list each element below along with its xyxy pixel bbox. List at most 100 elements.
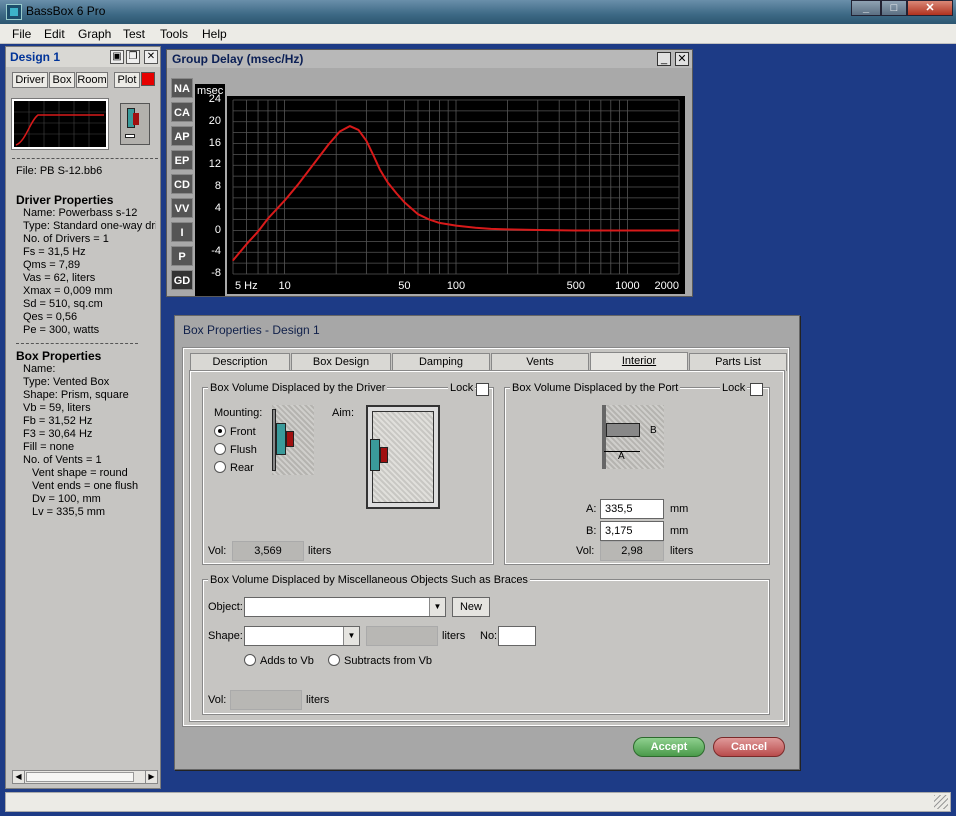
no-label: No: xyxy=(480,630,498,642)
graph-button-p[interactable]: P xyxy=(171,246,193,266)
resize-grip-icon[interactable] xyxy=(934,795,948,809)
response-thumbnail[interactable] xyxy=(12,99,108,149)
graph-button-ca[interactable]: CA xyxy=(171,102,193,122)
subtracts-from-vb-radio[interactable] xyxy=(328,654,340,666)
object-select[interactable]: ▼ xyxy=(244,597,446,617)
x-tick-label: 500 xyxy=(567,280,585,292)
menu-file[interactable]: File xyxy=(12,27,31,41)
tab-driver[interactable]: Driver xyxy=(12,72,48,88)
tab-plot[interactable]: Plot xyxy=(114,72,140,88)
chevron-down-icon[interactable]: ▼ xyxy=(429,598,445,616)
data-point xyxy=(395,192,398,195)
graph-button-gd[interactable]: GD xyxy=(171,270,193,290)
accept-button[interactable]: Accept xyxy=(633,737,705,757)
file-label: File: PB S-12.bb6 xyxy=(16,165,103,177)
tab-box[interactable]: Box xyxy=(49,72,75,88)
close-button[interactable]: ✕ xyxy=(907,0,953,16)
mounting-front-radio[interactable] xyxy=(214,425,226,437)
scroll-left-icon[interactable]: ◀ xyxy=(13,771,25,783)
design-panel-header: Design 1 ▣ ❐ ✕ xyxy=(6,47,160,67)
driver-lock-checkbox[interactable] xyxy=(476,383,489,396)
scroll-thumb[interactable] xyxy=(26,772,134,782)
tab-box-design[interactable]: Box Design xyxy=(291,353,391,371)
port-diagram: A B xyxy=(602,405,664,469)
mounting-flush-label: Flush xyxy=(230,444,257,456)
tab-parts-list[interactable]: Parts List xyxy=(689,353,787,371)
tab-description[interactable]: Description xyxy=(190,353,290,371)
mounting-rear-radio[interactable] xyxy=(214,461,226,473)
mounting-rear-label: Rear xyxy=(230,462,254,474)
data-point xyxy=(387,182,389,184)
port-a-input[interactable]: 335,5 xyxy=(600,499,664,519)
data-point xyxy=(297,183,299,185)
box-property: No. of Vents = 1 xyxy=(23,454,102,466)
close-icon[interactable]: ✕ xyxy=(675,52,689,66)
driver-property: Type: Standard one-way driver xyxy=(23,220,156,232)
vent-property: Dv = 100, mm xyxy=(32,493,101,505)
aim-diagram xyxy=(366,405,440,509)
misc-objects-group: Box Volume Displaced by Miscellaneous Ob… xyxy=(202,574,770,715)
port-b-input[interactable]: 3,175 xyxy=(600,521,664,541)
port-vol-value: 2,98 xyxy=(600,541,664,561)
menu-graph[interactable]: Graph xyxy=(78,27,111,41)
y-tick-label: 4 xyxy=(214,201,221,214)
graph-button-i[interactable]: I xyxy=(171,222,193,242)
box-property: Fill = none xyxy=(23,441,75,453)
no-input[interactable] xyxy=(498,626,536,646)
port-lock-checkbox[interactable] xyxy=(750,383,763,396)
graph-button-ap[interactable]: AP xyxy=(171,126,193,146)
data-point xyxy=(490,228,492,230)
mounting-flush-radio[interactable] xyxy=(214,443,226,455)
data-point xyxy=(455,225,457,227)
graph-button-ep[interactable]: EP xyxy=(171,150,193,170)
box-properties-heading: Box Properties xyxy=(16,349,102,363)
thumbnail-graph xyxy=(14,101,106,147)
box-property: Type: Vented Box xyxy=(23,376,110,388)
lock-label: Lock xyxy=(720,382,748,394)
new-object-button[interactable]: New xyxy=(452,597,490,617)
minimize-icon[interactable]: _ xyxy=(657,52,671,66)
menu-tools[interactable]: Tools xyxy=(160,27,188,41)
data-point xyxy=(349,125,351,127)
y-tick-label: 12 xyxy=(208,158,221,171)
chevron-down-icon[interactable]: ▼ xyxy=(343,627,359,645)
properties-list: File: PB S-12.bb6 Driver Properties Name… xyxy=(16,165,156,765)
tab-vents[interactable]: Vents xyxy=(491,353,589,371)
close-icon[interactable]: ✕ xyxy=(144,50,158,64)
data-point xyxy=(327,143,329,146)
group-delay-window: Group Delay (msec/Hz) _ ✕ NA CA AP EP CD… xyxy=(166,49,693,297)
vent-property: Vent shape = round xyxy=(32,467,128,479)
tab-interior[interactable]: Interior xyxy=(590,352,688,372)
plot-color-swatch[interactable] xyxy=(141,72,155,86)
scroll-right-icon[interactable]: ▶ xyxy=(145,771,157,783)
dialog-title: Box Properties - Design 1 xyxy=(183,323,320,337)
graph-button-vv[interactable]: VV xyxy=(171,198,193,218)
graph-button-cd[interactable]: CD xyxy=(171,174,193,194)
app-icon xyxy=(6,4,22,20)
data-point xyxy=(357,129,360,131)
y-axis: 24 20 16 12 8 4 0 -4 -8 xyxy=(195,93,227,296)
minimize-button[interactable]: _ xyxy=(851,0,881,16)
tab-room[interactable]: Room xyxy=(76,72,108,88)
menu-test[interactable]: Test xyxy=(123,27,145,41)
maximize-button[interactable]: □ xyxy=(881,0,907,16)
lock-label: Lock xyxy=(448,382,476,394)
data-point xyxy=(506,228,509,231)
menu-edit[interactable]: Edit xyxy=(44,27,65,41)
data-point xyxy=(314,161,316,164)
mounting-diagram xyxy=(272,405,314,475)
vent-property: Lv = 335,5 mm xyxy=(32,506,106,518)
save-icon[interactable]: ▣ xyxy=(110,50,124,64)
menu-help[interactable]: Help xyxy=(202,27,227,41)
adds-to-vb-radio[interactable] xyxy=(244,654,256,666)
data-point xyxy=(537,229,539,231)
graph-button-na[interactable]: NA xyxy=(171,78,193,98)
tab-damping[interactable]: Damping xyxy=(392,353,490,371)
shape-select[interactable]: ▼ xyxy=(244,626,360,646)
horizontal-scrollbar[interactable]: ◀ ▶ xyxy=(12,770,158,784)
box-icon[interactable] xyxy=(120,103,150,145)
cancel-button[interactable]: Cancel xyxy=(713,737,785,757)
driver-vol-label: Vol: xyxy=(208,545,227,557)
aim-label: Aim: xyxy=(332,407,354,419)
copy-icon[interactable]: ❐ xyxy=(126,50,140,64)
